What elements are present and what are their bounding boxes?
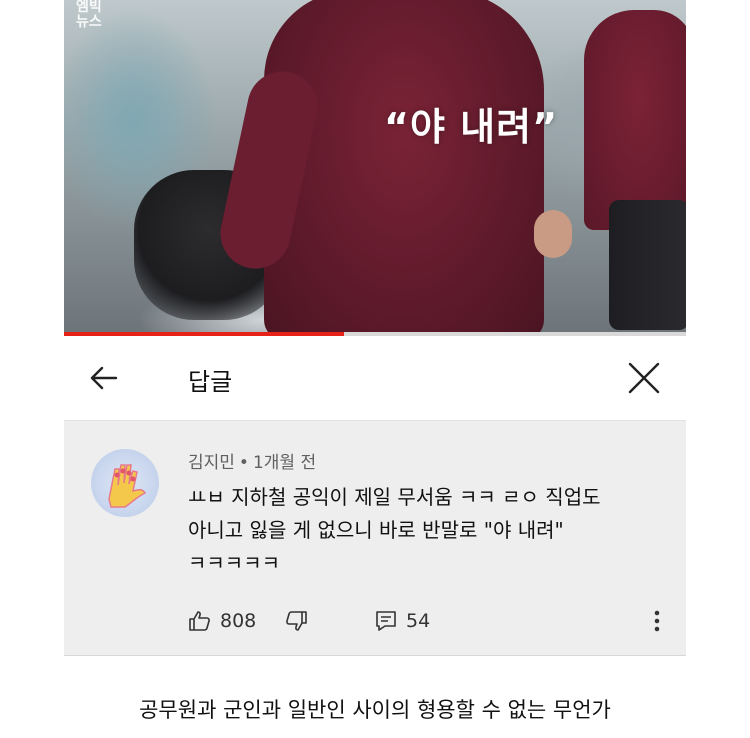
reply-button[interactable]: 54 (374, 607, 430, 635)
comment-text-line3: ㅋㅋㅋㅋㅋ (188, 551, 280, 575)
reply-icon (376, 611, 396, 631)
replies-header: 답글 (64, 336, 686, 421)
thumbs-down-icon (286, 611, 307, 631)
reply-count: 54 (406, 610, 431, 632)
post-caption: 공무원과 군인과 일반인 사이의 형용할 수 없는 무언가 (139, 698, 611, 722)
comment-card: 김지민 • 1개월 전 ㅛㅂ 지하철 공익이 제일 무서움 ㅋㅋ ㄹㅇ 직업도 아니… (64, 421, 686, 656)
like-count: 808 (220, 610, 257, 632)
comment-meta: 김지민 • 1개월 전 (188, 448, 316, 473)
person-hand (534, 210, 572, 258)
watermark-line1: 엠빅 (76, 0, 102, 15)
like-button[interactable]: 808 (188, 607, 256, 635)
arrow-left-icon[interactable] (86, 360, 122, 396)
page-title: 답글 (188, 368, 233, 396)
video-player[interactable]: 엠빅 뉴스 “야 내려” (64, 0, 686, 334)
background-person (584, 10, 686, 230)
more-vertical-icon[interactable] (650, 607, 664, 635)
watermark-line2: 뉴스 (76, 14, 102, 30)
comment-text-line2: 아니고 잃을 게 없으니 바로 반말로 "야 내려" (188, 518, 564, 542)
comment-text: ㅛㅂ 지하철 공익이 제일 무서움 ㅋㅋ ㄹㅇ 직업도 아니고 잃을 게 없으니… (188, 481, 658, 580)
thumbs-up-icon (189, 611, 210, 631)
meta-separator: • (238, 453, 249, 473)
comment-time: 1개월 전 (252, 453, 317, 473)
background-person-legs (609, 200, 686, 330)
standing-person (213, 0, 544, 334)
channel-watermark: 엠빅 뉴스 (76, 0, 102, 30)
dislike-button[interactable] (284, 607, 308, 635)
close-icon[interactable] (626, 360, 662, 396)
comment-author[interactable]: 김지민 (188, 453, 235, 473)
video-caption-quote: “야 내려” (384, 105, 559, 149)
comment-text-line1: ㅛㅂ 지하철 공익이 제일 무서움 ㅋㅋ ㄹㅇ 직업도 (188, 485, 601, 509)
avatar[interactable] (91, 449, 159, 517)
